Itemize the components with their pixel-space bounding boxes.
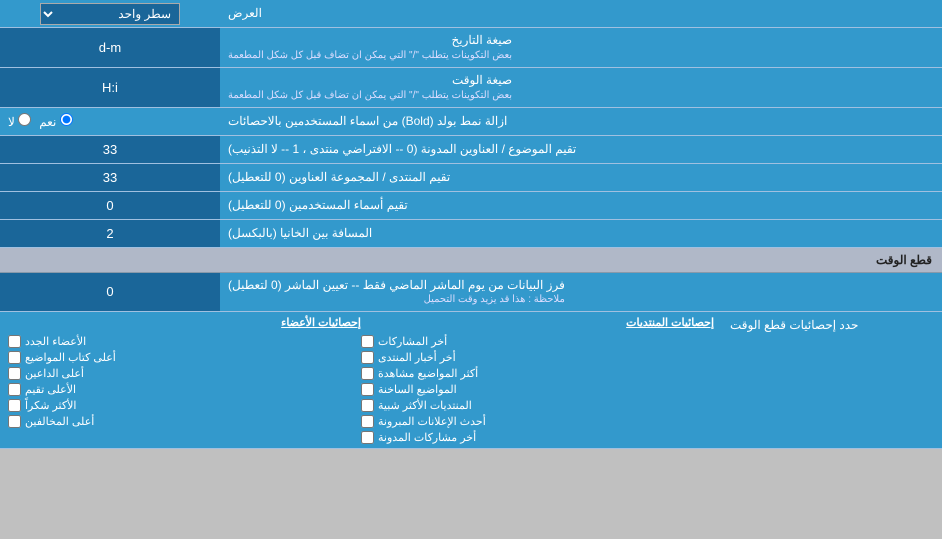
col1-header: إحصائيات المنتديات <box>361 316 714 329</box>
check-top-rated[interactable] <box>8 383 21 396</box>
check-item-top-rated: الأعلى تقيم <box>8 383 361 396</box>
gap-label: المسافة بين الخانيا (بالبكسل) <box>220 220 942 247</box>
display-type-label: العرض <box>220 0 942 27</box>
time-cut-input-wrap <box>0 273 220 312</box>
display-type-select[interactable]: سطر واحد متعدد الأسطر <box>40 3 180 25</box>
time-format-field[interactable] <box>8 80 212 95</box>
check-item-forum-news: أخر أخبار المنتدى <box>361 351 714 364</box>
users-sort-input-wrap <box>0 192 220 219</box>
time-cut-field[interactable] <box>8 284 212 299</box>
check-item-hot: المواضيع الساخنة <box>361 383 714 396</box>
check-announcements[interactable] <box>361 415 374 428</box>
time-format-row: صيغة الوقت بعض التكوينات يتطلب "/" التي … <box>0 68 942 108</box>
topic-sort-row: تقيم الموضوع / العناوين المدونة (0 -- ال… <box>0 136 942 164</box>
date-format-label: صيغة التاريخ بعض التكوينات يتطلب "/" الت… <box>220 28 942 67</box>
check-item-most-thanks: الأكثر شكراً <box>8 399 361 412</box>
time-cut-row: فرز البيانات من يوم الماشر الماضي فقط --… <box>0 273 942 313</box>
check-item-shares: أخر المشاركات <box>361 335 714 348</box>
bold-remove-row: ازالة نمط بولد (Bold) من اسماء المستخدمي… <box>0 108 942 136</box>
main-container: العرض سطر واحد متعدد الأسطر صيغة التاريخ… <box>0 0 942 449</box>
bold-no-radio[interactable] <box>18 113 31 126</box>
checkboxes-outer: حدد إحصائيات قطع الوقت إحصائيات المنتديا… <box>0 312 942 449</box>
gap-row: المسافة بين الخانيا (بالبكسل) <box>0 220 942 248</box>
check-most-viewed[interactable] <box>361 367 374 380</box>
check-blog-posts[interactable] <box>361 431 374 444</box>
users-sort-field[interactable] <box>8 198 212 213</box>
forum-sort-row: تقيم المنتدى / المجموعة العناوين (0 للتع… <box>0 164 942 192</box>
stats-section-label: حدد إحصائيات قطع الوقت <box>722 312 942 448</box>
time-cut-label: فرز البيانات من يوم الماشر الماضي فقط --… <box>220 273 942 312</box>
check-item-top-callers: أعلى الداعين <box>8 367 361 380</box>
date-format-field[interactable] <box>8 40 212 55</box>
check-similar[interactable] <box>361 399 374 412</box>
gap-input-wrap <box>0 220 220 247</box>
topic-sort-label: تقيم الموضوع / العناوين المدونة (0 -- ال… <box>220 136 942 163</box>
check-item-most-viewed: أكثر المواضيع مشاهدة <box>361 367 714 380</box>
bold-yes-radio[interactable] <box>60 113 73 126</box>
users-sort-row: تقيم أسماء المستخدمين (0 للتعطيل) <box>0 192 942 220</box>
stats-col1: إحصائيات المنتديات أخر المشاركات أخر أخب… <box>361 316 714 444</box>
check-forum-news[interactable] <box>361 351 374 364</box>
check-item-top-writers: أعلى كتاب المواضيع <box>8 351 361 364</box>
users-sort-label: تقيم أسماء المستخدمين (0 للتعطيل) <box>220 192 942 219</box>
check-item-announcements: أحدث الإعلانات المبرونة <box>361 415 714 428</box>
display-type-input[interactable]: سطر واحد متعدد الأسطر <box>0 0 220 27</box>
checkboxes-columns: إحصائيات المنتديات أخر المشاركات أخر أخب… <box>0 312 722 448</box>
date-format-input-wrap <box>0 28 220 67</box>
bold-remove-options: نعم لا <box>0 108 220 135</box>
check-item-blog-posts: أخر مشاركات المدونة <box>361 431 714 444</box>
bold-yes-label[interactable]: نعم <box>39 113 72 129</box>
check-most-thanks[interactable] <box>8 399 21 412</box>
topic-sort-field[interactable] <box>8 142 212 157</box>
display-type-row: العرض سطر واحد متعدد الأسطر <box>0 0 942 28</box>
stats-col2: إحصائيات الأعضاء الأعضاء الجدد أعلى كتاب… <box>8 316 361 444</box>
check-hot[interactable] <box>361 383 374 396</box>
bold-no-label[interactable]: لا <box>8 113 31 129</box>
check-top-callers[interactable] <box>8 367 21 380</box>
date-format-row: صيغة التاريخ بعض التكوينات يتطلب "/" الت… <box>0 28 942 68</box>
bold-remove-label: ازالة نمط بولد (Bold) من اسماء المستخدمي… <box>220 108 942 135</box>
check-item-new-members: الأعضاء الجدد <box>8 335 361 348</box>
check-top-writers[interactable] <box>8 351 21 364</box>
check-item-top-violators: أعلى المخالفين <box>8 415 361 428</box>
time-format-input-wrap <box>0 68 220 107</box>
time-format-label: صيغة الوقت بعض التكوينات يتطلب "/" التي … <box>220 68 942 107</box>
check-item-similar: المنتديات الأكثر شبية <box>361 399 714 412</box>
forum-sort-input-wrap <box>0 164 220 191</box>
forum-sort-label: تقيم المنتدى / المجموعة العناوين (0 للتع… <box>220 164 942 191</box>
check-new-members[interactable] <box>8 335 21 348</box>
time-cut-header: قطع الوقت <box>0 248 942 273</box>
check-shares[interactable] <box>361 335 374 348</box>
col2-header: إحصائيات الأعضاء <box>8 316 361 329</box>
topic-sort-input-wrap <box>0 136 220 163</box>
gap-field[interactable] <box>8 226 212 241</box>
check-top-violators[interactable] <box>8 415 21 428</box>
forum-sort-field[interactable] <box>8 170 212 185</box>
